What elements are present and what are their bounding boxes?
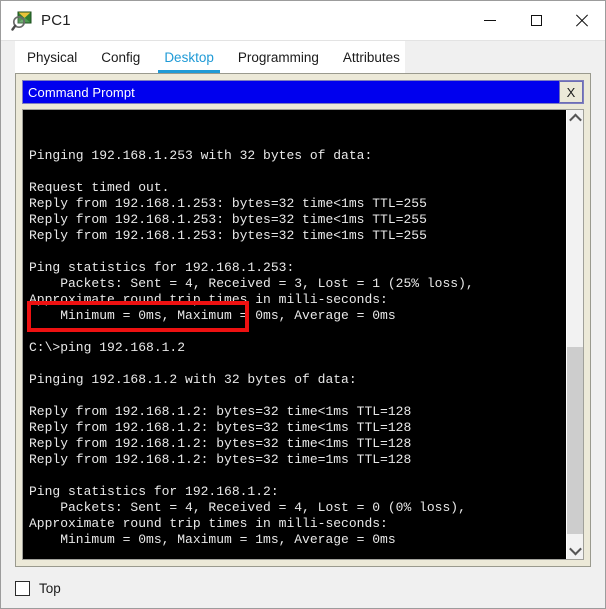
console-line: Minimum = 0ms, Maximum = 1ms, Average = …	[29, 532, 396, 547]
console-line: Reply from 192.168.1.2: bytes=32 time=1m…	[29, 452, 412, 467]
pc-properties-window: PC1 Physical Config Desktop Programming …	[0, 0, 606, 609]
console-line: Packets: Sent = 4, Received = 3, Lost = …	[29, 276, 474, 291]
console-line: Minimum = 0ms, Maximum = 0ms, Average = …	[29, 308, 396, 323]
console-line: Request timed out.	[29, 180, 170, 195]
scrollbar-thumb[interactable]	[567, 346, 583, 534]
bottom-bar: Top	[1, 567, 605, 608]
packet-tracer-pc-icon	[11, 10, 33, 32]
console-line: Reply from 192.168.1.253: bytes=32 time<…	[29, 212, 427, 227]
scroll-up-button[interactable]	[567, 110, 583, 127]
command-prompt-title: Command Prompt	[28, 84, 135, 100]
close-button[interactable]	[559, 1, 605, 40]
tabstrip-container: Physical Config Desktop Programming Attr…	[1, 41, 605, 73]
console-line: Ping statistics for 192.168.1.253:	[29, 260, 295, 275]
console-line: Pinging 192.168.1.253 with 32 bytes of d…	[29, 148, 373, 163]
window-controls	[467, 1, 605, 40]
console-line: Reply from 192.168.1.2: bytes=32 time<1m…	[29, 436, 412, 451]
close-icon	[575, 14, 589, 28]
tab-physical[interactable]: Physical	[15, 41, 89, 73]
top-checkbox-label: Top	[39, 581, 61, 596]
window-titlebar: PC1	[1, 1, 605, 41]
tabstrip: Physical Config Desktop Programming Attr…	[15, 41, 405, 73]
tab-config[interactable]: Config	[89, 41, 152, 73]
desktop-panel: Command Prompt X Pinging 192.168.1.253 w…	[15, 73, 591, 567]
command-prompt-titlebar: Command Prompt X	[22, 80, 584, 104]
top-checkbox[interactable]	[15, 581, 30, 596]
console-output[interactable]: Pinging 192.168.1.253 with 32 bytes of d…	[23, 110, 566, 559]
minimize-button[interactable]	[467, 1, 513, 40]
console-line: Approximate round trip times in milli-se…	[29, 292, 388, 307]
console-line: Pinging 192.168.1.2 with 32 bytes of dat…	[29, 372, 357, 387]
minimize-icon	[484, 20, 496, 21]
scrollbar-track[interactable]	[567, 127, 583, 542]
console-line: Approximate round trip times in milli-se…	[29, 516, 388, 531]
command-prompt-close-button[interactable]: X	[559, 81, 583, 103]
console-line: Packets: Sent = 4, Received = 4, Lost = …	[29, 500, 466, 515]
console-area: Pinging 192.168.1.253 with 32 bytes of d…	[22, 109, 584, 560]
tab-attributes[interactable]: Attributes	[331, 41, 412, 73]
console-line: Ping statistics for 192.168.1.2:	[29, 484, 279, 499]
scroll-down-button[interactable]	[567, 542, 583, 559]
console-line: Reply from 192.168.1.2: bytes=32 time<1m…	[29, 404, 412, 419]
console-line: Reply from 192.168.1.253: bytes=32 time<…	[29, 196, 427, 211]
console-scrollbar[interactable]	[566, 110, 583, 559]
window-title: PC1	[41, 12, 71, 29]
tab-desktop[interactable]: Desktop	[152, 41, 226, 73]
scroll-up-chevron-icon	[568, 113, 582, 127]
console-line: Reply from 192.168.1.253: bytes=32 time<…	[29, 228, 427, 243]
console-line: Reply from 192.168.1.2: bytes=32 time<1m…	[29, 420, 412, 435]
console-lines: Pinging 192.168.1.253 with 32 bytes of d…	[29, 148, 566, 559]
maximize-icon	[530, 15, 542, 26]
console-line: C:\>ping 192.168.1.2	[29, 340, 186, 355]
maximize-button[interactable]	[513, 1, 559, 40]
scroll-down-chevron-icon	[568, 542, 582, 556]
tab-programming[interactable]: Programming	[226, 41, 331, 73]
